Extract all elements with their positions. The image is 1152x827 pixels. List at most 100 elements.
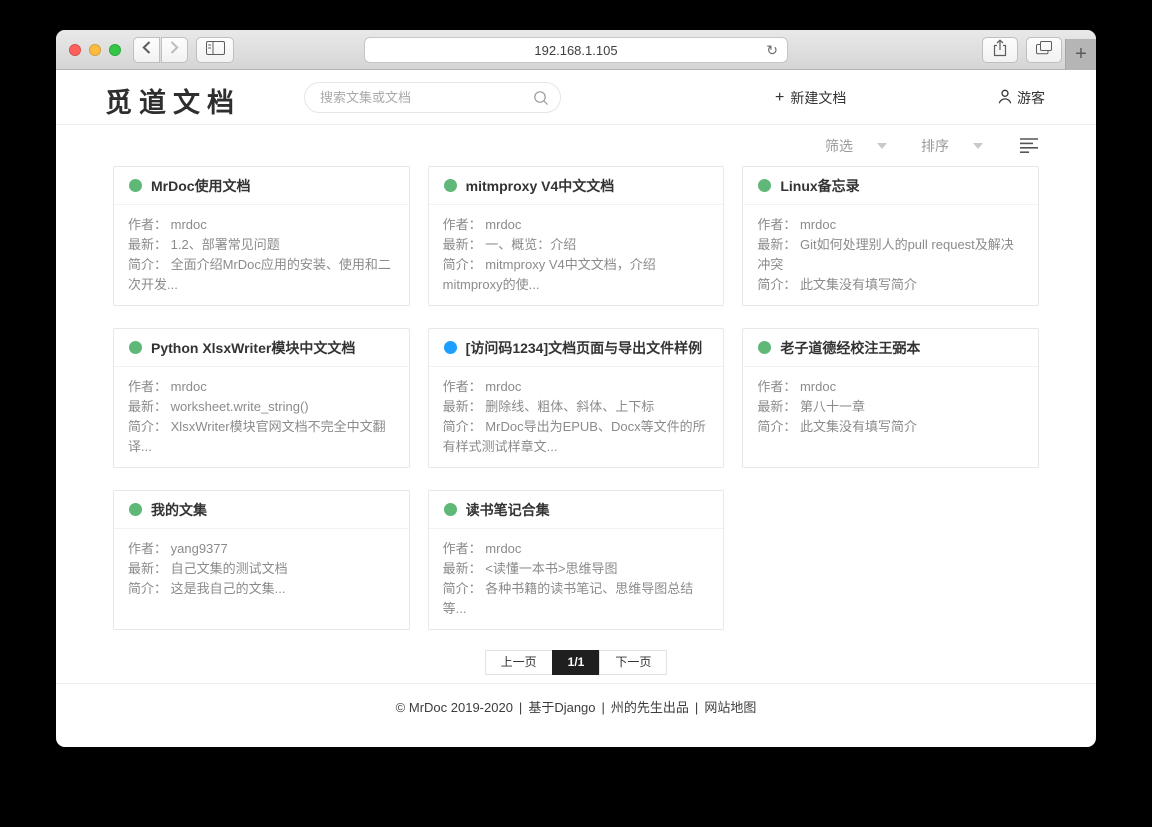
- doc-collection-card[interactable]: MrDoc使用文档 作者： mrdoc 最新： 1.2、部署常见问题 简介： 全…: [113, 166, 410, 306]
- reload-icon[interactable]: ↻: [766, 42, 778, 59]
- close-window-button[interactable]: [69, 44, 81, 56]
- card-latest-line: 最新： Git如何处理别人的pull request及解决冲突: [757, 235, 1024, 275]
- card-author-line: 作者： mrdoc: [443, 539, 710, 559]
- new-tab-button[interactable]: +: [1065, 39, 1096, 70]
- card-title: 老子道德经校注王弼本: [780, 338, 920, 358]
- author-label: 作者：: [128, 379, 167, 394]
- latest-value: 一、概览：介绍: [485, 237, 576, 252]
- card-author-line: 作者： yang9377: [128, 539, 395, 559]
- doc-collection-card[interactable]: Python XlsxWriter模块中文文档 作者： mrdoc 最新： wo…: [113, 328, 410, 468]
- status-dot: [129, 503, 142, 516]
- author-value: yang9377: [171, 541, 228, 556]
- show-tabs-button[interactable]: [1026, 37, 1062, 63]
- status-dot: [444, 341, 457, 354]
- card-header: 老子道德经校注王弼本: [743, 329, 1038, 367]
- card-title: [访问码1234]文档页面与导出文件样例: [466, 338, 702, 358]
- doc-collection-card[interactable]: [访问码1234]文档页面与导出文件样例 作者： mrdoc 最新： 删除线、粗…: [428, 328, 725, 468]
- main-content: 筛选 排序 MrDoc使用文档 作者： mrdoc 最新： 1.2、部署常见问题…: [56, 125, 1096, 675]
- current-page-indicator: 1/1: [552, 650, 601, 675]
- next-page-button[interactable]: 下一页: [599, 650, 667, 675]
- minimize-window-button[interactable]: [89, 44, 101, 56]
- doc-collection-card[interactable]: 我的文集 作者： yang9377 最新： 自己文集的测试文档 简介： 这是我自…: [113, 490, 410, 630]
- search-icon[interactable]: [533, 90, 549, 111]
- back-icon: [142, 41, 151, 59]
- card-author-line: 作者： mrdoc: [757, 377, 1024, 397]
- back-button[interactable]: [133, 37, 160, 63]
- latest-label: 最新：: [757, 399, 796, 414]
- footer-link-sitemap[interactable]: 网站地图: [704, 700, 756, 715]
- card-intro-line: 简介： 全面介绍MrDoc应用的安装、使用和二次开发...: [128, 255, 395, 295]
- latest-value: 删除线、粗体、斜体、上下标: [485, 399, 654, 414]
- search-input[interactable]: [305, 83, 560, 112]
- footer-separator: |: [689, 700, 704, 715]
- share-button[interactable]: [982, 37, 1018, 63]
- card-latest-line: 最新： <读懂一本书>思维导图: [443, 559, 710, 579]
- sidebar-toggle-button[interactable]: [196, 37, 234, 63]
- author-label: 作者：: [757, 379, 796, 394]
- site-logo[interactable]: 觅道文档: [105, 81, 241, 120]
- card-latest-line: 最新： 一、概览：介绍: [443, 235, 710, 255]
- intro-label: 简介：: [128, 419, 167, 434]
- site-header: 觅道文档 + 新建文档 游客: [56, 70, 1096, 125]
- card-header: MrDoc使用文档: [114, 167, 409, 205]
- intro-value: 此文集没有填写简介: [800, 277, 917, 292]
- sidebar-icon: [206, 41, 225, 60]
- card-header: Linux备忘录: [743, 167, 1038, 205]
- footer-separator: |: [513, 700, 528, 715]
- status-dot: [129, 179, 142, 192]
- card-title: mitmproxy V4中文文档: [466, 176, 615, 196]
- browser-titlebar: 192.168.1.105 ↻ +: [56, 30, 1096, 70]
- user-label: 游客: [1017, 88, 1045, 108]
- author-label: 作者：: [443, 217, 482, 232]
- footer-link-author[interactable]: 州的先生出品: [611, 700, 689, 715]
- card-body: 作者： mrdoc 最新： 删除线、粗体、斜体、上下标 简介： MrDoc导出为…: [429, 367, 724, 457]
- sort-label: 排序: [921, 136, 949, 156]
- filter-label: 筛选: [825, 136, 853, 156]
- intro-value: 全面介绍MrDoc应用的安装、使用和二次开发...: [128, 257, 391, 292]
- site-footer: © MrDoc 2019-2020|基于Django|州的先生出品|网站地图: [56, 683, 1096, 716]
- sort-dropdown[interactable]: 排序: [921, 136, 983, 156]
- doc-collection-card[interactable]: 老子道德经校注王弼本 作者： mrdoc 最新： 第八十一章 简介： 此文集没有…: [742, 328, 1039, 468]
- latest-label: 最新：: [757, 237, 796, 252]
- list-layout-icon[interactable]: [1019, 137, 1039, 154]
- doc-collection-card[interactable]: Linux备忘录 作者： mrdoc 最新： Git如何处理别人的pull re…: [742, 166, 1039, 306]
- intro-label: 简介：: [443, 581, 482, 596]
- author-value: mrdoc: [485, 217, 521, 232]
- latest-label: 最新：: [443, 237, 482, 252]
- card-body: 作者： mrdoc 最新： worksheet.write_string() 简…: [114, 367, 409, 457]
- new-doc-button[interactable]: + 新建文档: [775, 88, 846, 108]
- cards-grid: MrDoc使用文档 作者： mrdoc 最新： 1.2、部署常见问题 简介： 全…: [113, 166, 1039, 630]
- intro-label: 简介：: [128, 257, 167, 272]
- card-author-line: 作者： mrdoc: [443, 215, 710, 235]
- user-menu[interactable]: 游客: [998, 88, 1045, 108]
- doc-collection-card[interactable]: 读书笔记合集 作者： mrdoc 最新： <读懂一本书>思维导图 简介： 各种书…: [428, 490, 725, 630]
- author-label: 作者：: [128, 217, 167, 232]
- zoom-window-button[interactable]: [109, 44, 121, 56]
- intro-value: XlsxWriter模块官网文档不完全中文翻译...: [128, 419, 386, 454]
- card-title: Python XlsxWriter模块中文文档: [151, 338, 355, 358]
- status-dot: [444, 179, 457, 192]
- tabs-icon: [1036, 41, 1052, 60]
- intro-label: 简介：: [443, 257, 482, 272]
- latest-label: 最新：: [128, 561, 167, 576]
- latest-label: 最新：: [443, 561, 482, 576]
- intro-label: 简介：: [757, 419, 796, 434]
- intro-value: MrDoc导出为EPUB、Docx等文件的所有样式测试样章文...: [443, 419, 706, 454]
- intro-label: 简介：: [443, 419, 482, 434]
- card-title: MrDoc使用文档: [151, 176, 251, 196]
- filter-dropdown[interactable]: 筛选: [825, 136, 887, 156]
- author-value: mrdoc: [485, 541, 521, 556]
- address-bar[interactable]: 192.168.1.105 ↻: [364, 37, 788, 63]
- plus-icon: +: [775, 91, 784, 105]
- card-intro-line: 简介： MrDoc导出为EPUB、Docx等文件的所有样式测试样章文...: [443, 417, 710, 457]
- prev-page-button[interactable]: 上一页: [485, 650, 553, 675]
- card-header: [访问码1234]文档页面与导出文件样例: [429, 329, 724, 367]
- pagination: 上一页 1/1 下一页: [113, 650, 1039, 675]
- doc-collection-card[interactable]: mitmproxy V4中文文档 作者： mrdoc 最新： 一、概览：介绍 简…: [428, 166, 725, 306]
- footer-link-django[interactable]: 基于Django: [528, 700, 595, 715]
- latest-label: 最新：: [443, 399, 482, 414]
- search-box[interactable]: [304, 82, 561, 113]
- forward-button[interactable]: [161, 37, 188, 63]
- share-icon: [993, 39, 1007, 62]
- card-header: Python XlsxWriter模块中文文档: [114, 329, 409, 367]
